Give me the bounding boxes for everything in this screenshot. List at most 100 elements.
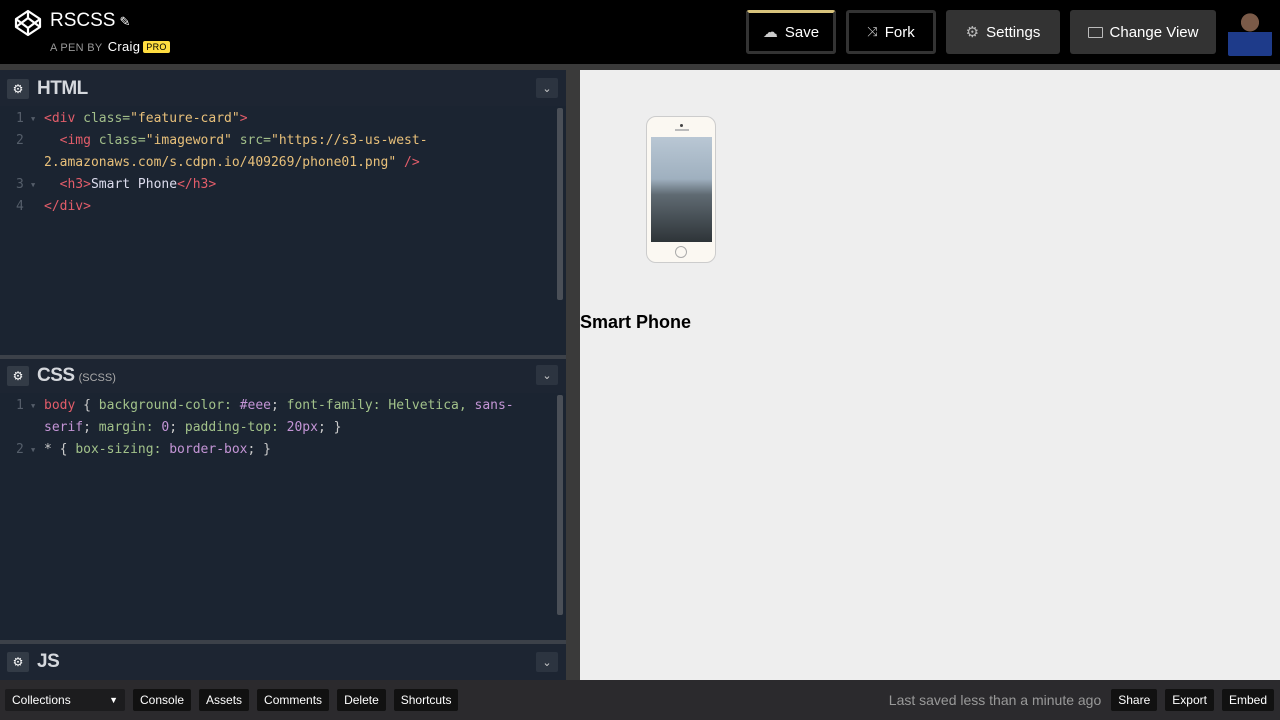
code-token: ; xyxy=(271,398,287,413)
code-token: { xyxy=(83,398,99,413)
css-collapse-chevron-icon[interactable]: ⌄ xyxy=(536,365,558,385)
html-collapse-chevron-icon[interactable]: ⌄ xyxy=(536,78,558,98)
preview-heading: Smart Phone xyxy=(580,312,692,332)
line-number: 1 ▼ xyxy=(0,108,44,130)
code-text: <img class="imageword" src="https://s3-u… xyxy=(44,130,544,152)
code-line[interactable]: 2 <img class="imageword" src="https://s3… xyxy=(0,130,566,152)
code-token: ; } xyxy=(317,420,342,435)
pro-badge: PRO xyxy=(143,41,170,53)
share-button[interactable]: Share xyxy=(1111,689,1158,711)
code-text: <div class="feature-card"> xyxy=(44,108,544,130)
code-token: "imageword" xyxy=(145,133,240,148)
fork-label: Fork xyxy=(884,23,915,41)
change-view-button[interactable]: Change View xyxy=(1070,10,1216,54)
html-panel-header: ⚙ HTML ⌄ xyxy=(0,72,566,106)
pen-title[interactable]: RSCSS xyxy=(50,10,115,31)
code-token: "https://s3-us-west- xyxy=(271,133,428,148)
preview-pane: Smart Phone xyxy=(580,70,1280,680)
code-text: <h3>Smart Phone</h3> xyxy=(44,174,544,196)
line-number-text: 4 xyxy=(16,199,24,214)
css-editor[interactable]: 1 ▼ body { background-color: #eee; font-fa… xyxy=(0,393,566,640)
fork-button[interactable]: ⤨ Fork xyxy=(846,10,936,54)
last-saved-status: Last saved less than a minute ago xyxy=(888,692,1102,708)
code-line[interactable]: 3 ▼ <h3>Smart Phone</h3> xyxy=(0,174,566,196)
html-editor[interactable]: 1 ▼ <div class="feature-card"> 2 <img class… xyxy=(0,106,566,355)
code-token: src= xyxy=(239,133,271,148)
code-token: <img xyxy=(44,133,99,148)
code-token: ; } xyxy=(247,442,271,457)
assets-button[interactable]: Assets xyxy=(199,689,250,711)
code-token: "feature-card" xyxy=(130,111,240,126)
code-text: * { box-sizing: border-box; } xyxy=(44,439,544,461)
html-scrollbar[interactable] xyxy=(557,108,563,300)
codepen-logo-icon[interactable] xyxy=(14,9,42,37)
embed-button[interactable]: Embed xyxy=(1221,689,1274,711)
code-token: class= xyxy=(83,111,131,126)
fold-arrow-icon[interactable]: ▼ xyxy=(31,439,35,461)
js-collapse-chevron-icon[interactable]: ⌄ xyxy=(536,652,558,672)
line-number: 3 ▼ xyxy=(0,174,44,196)
code-text: body { background-color: #eee; font-fami… xyxy=(44,395,544,417)
code-token: Smart Phone xyxy=(90,177,178,192)
css-settings-gear-icon[interactable]: ⚙ xyxy=(7,366,29,386)
code-token: ; xyxy=(83,420,99,435)
line-number-text: 3 xyxy=(16,177,24,192)
css-preprocessor-label: (SCSS) xyxy=(78,372,116,384)
code-token: /> xyxy=(404,155,420,170)
code-token: 2.amazonaws.com/s.cdpn.io/409269/phone01… xyxy=(44,155,405,170)
code-token: border-box xyxy=(169,442,248,457)
code-token: background-color: xyxy=(98,398,240,413)
line-number xyxy=(0,152,44,174)
comments-button[interactable]: Comments xyxy=(257,689,330,711)
code-token: <h3> xyxy=(44,177,91,192)
cloud-icon: ☁ xyxy=(762,24,778,41)
css-scrollbar[interactable] xyxy=(557,395,563,615)
byline-label: A PEN BY xyxy=(50,42,103,54)
settings-button[interactable]: ⚙ Settings xyxy=(946,10,1060,54)
caret-down-icon: ▼ xyxy=(109,695,118,705)
top-bar: RSCSS ✎ A PEN BY Craig PRO ☁ Save ⤨ Fork ⚙ Se… xyxy=(0,0,1280,64)
html-settings-gear-icon[interactable]: ⚙ xyxy=(7,79,29,99)
code-token: </div> xyxy=(44,199,91,214)
console-button[interactable]: Console xyxy=(133,689,192,711)
js-settings-gear-icon[interactable]: ⚙ xyxy=(7,652,29,672)
footer-bar: Collections ▼ Console Assets Comments Del… xyxy=(0,680,1280,720)
code-token: ; xyxy=(169,420,185,435)
code-line[interactable]: 1 ▼ body { background-color: #eee; font-fa… xyxy=(0,395,566,417)
phone-image xyxy=(646,116,716,263)
collections-label: Collections xyxy=(12,693,71,707)
fold-arrow-icon[interactable]: ▼ xyxy=(31,108,35,130)
shortcuts-button[interactable]: Shortcuts xyxy=(393,689,459,711)
fold-arrow-icon[interactable]: ▼ xyxy=(31,395,35,417)
line-number-text: 2 xyxy=(16,442,24,457)
code-text: serif; margin: 0; padding-top: 20px; } xyxy=(44,417,544,439)
collections-dropdown[interactable]: Collections ▼ xyxy=(5,689,125,711)
resize-divider[interactable] xyxy=(566,70,580,680)
code-token: class= xyxy=(98,133,146,148)
code-token: font-family: Helvetica, xyxy=(286,398,475,413)
line-number xyxy=(0,417,44,439)
code-token: </h3> xyxy=(177,177,217,192)
code-token: * { xyxy=(44,442,76,457)
code-line[interactable]: serif; margin: 0; padding-top: 20px; } xyxy=(0,417,566,439)
code-line[interactable]: 2 ▼ * { box-sizing: border-box; } xyxy=(0,439,566,461)
fork-icon: ⤨ xyxy=(867,24,878,39)
code-token: 20px xyxy=(286,420,318,435)
fold-arrow-icon[interactable]: ▼ xyxy=(31,174,35,196)
code-line[interactable]: 4 </div> xyxy=(0,196,566,218)
line-number: 1 ▼ xyxy=(0,395,44,417)
code-line[interactable]: 1 ▼ <div class="feature-card"> xyxy=(0,108,566,130)
js-panel-header: ⚙ JS ⌄ xyxy=(0,644,566,680)
export-button[interactable]: Export xyxy=(1165,689,1214,711)
code-line[interactable]: 2.amazonaws.com/s.cdpn.io/409269/phone01… xyxy=(0,152,566,174)
user-avatar[interactable] xyxy=(1228,8,1272,56)
code-token: padding-top: xyxy=(184,420,287,435)
save-button[interactable]: ☁ Save xyxy=(746,10,836,54)
delete-button[interactable]: Delete xyxy=(337,689,386,711)
code-token: #eee xyxy=(239,398,271,413)
code-text: </div> xyxy=(44,196,544,218)
author-link[interactable]: Craig xyxy=(108,39,141,54)
code-token: serif xyxy=(44,420,84,435)
pencil-edit-icon[interactable]: ✎ xyxy=(119,14,130,29)
view-icon xyxy=(1087,26,1103,38)
